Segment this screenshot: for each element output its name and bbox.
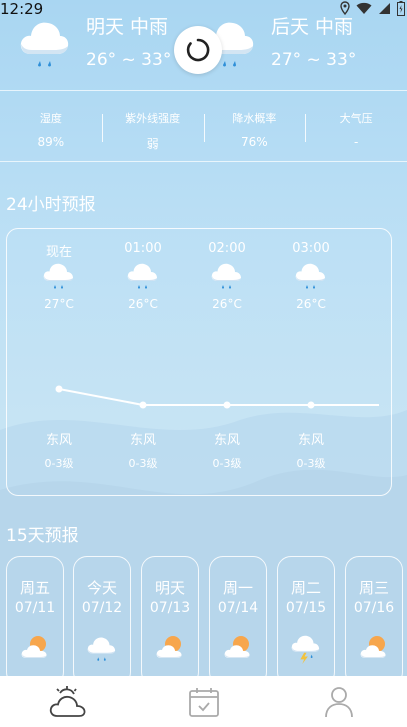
divider [0, 161, 407, 162]
user-icon [325, 686, 354, 717]
hour-time: 01:00 [124, 241, 162, 256]
daily-section-title: 15天预报 [6, 526, 79, 546]
hour-temp: 27°C [44, 297, 74, 311]
daily-weekday: 周一 [222, 579, 253, 597]
hour-time: 03:00 [292, 241, 330, 256]
daily-item[interactable]: 周三 07/16 [345, 556, 403, 686]
daily-date: 07/11 [14, 600, 56, 616]
temperature-point [223, 401, 231, 409]
forecast-temp: 27° ~ 33° [271, 50, 357, 70]
stat-uv: 紫外线强度 弱 [101, 100, 204, 156]
daily-item[interactable]: 明天 07/13 [141, 556, 199, 686]
temperature-point [307, 401, 315, 409]
refresh-button[interactable] [174, 26, 222, 74]
hour-item: 03:00 26°C 东风 0-3级 [269, 229, 353, 495]
tab-weather[interactable] [0, 676, 136, 727]
rain-cloud-icon [43, 263, 73, 289]
daily-weekday: 周二 [290, 579, 321, 597]
cloud-sun-icon [21, 636, 47, 658]
calendar-check-icon [188, 687, 219, 717]
rain-cloud-icon [211, 263, 241, 289]
hour-temp: 26°C [296, 297, 326, 311]
hour-item: 02:00 26°C 东风 0-3级 [185, 229, 269, 495]
daily-weekday: 今天 [86, 579, 117, 597]
hour-temp: 26°C [212, 297, 242, 311]
stat-humidity: 湿度 89% [0, 100, 102, 156]
hour-wind-direction: 东风 [213, 433, 240, 448]
hour-wind-direction: 东风 [45, 433, 72, 448]
daily-item[interactable]: 今天 07/12 [73, 556, 131, 686]
hour-wind-direction: 东风 [297, 433, 324, 448]
stat-label: 湿度 [39, 112, 62, 125]
hour-wind-level: 0-3级 [128, 457, 158, 470]
daily-forecast-list[interactable]: 周五 07/11 今天 07/12 明天 07/13 周一 07/14 周二 0… [6, 556, 407, 686]
rain-cloud-icon [20, 22, 69, 67]
daily-weekday: 周三 [358, 579, 389, 597]
top-forecast: 明天 中雨 26° ~ 33° 后天 中雨 27° ~ 33° [0, 6, 407, 86]
daily-weekday: 周五 [19, 579, 50, 597]
thunder-cloud-icon [291, 635, 320, 664]
tab-calendar[interactable] [136, 676, 272, 727]
hour-item: 01:00 26°C 东风 0-3级 [101, 229, 185, 495]
daily-item[interactable]: 周五 07/11 [6, 556, 64, 686]
hour-temp: 26°C [128, 297, 158, 311]
hourly-section-title: 24小时预报 [6, 195, 96, 215]
stat-value: 76% [241, 135, 268, 149]
stat-pressure: 大气压 - [305, 100, 407, 156]
temperature-polyline [58, 388, 379, 406]
cloud-sun-icon [360, 636, 386, 658]
stat-value: - [353, 135, 359, 149]
forecast-day-after[interactable]: 后天 中雨 27° ~ 33° [205, 6, 405, 86]
cloud-sun-icon [156, 636, 182, 658]
hour-wind-level: 0-3级 [212, 457, 242, 470]
refresh-icon [186, 38, 210, 62]
daily-date: 07/13 [149, 600, 191, 616]
temperature-line [55, 385, 379, 409]
stat-label: 大气压 [339, 112, 373, 125]
cloud-sun-outline-icon [49, 685, 86, 717]
hour-wind-level: 0-3级 [296, 457, 326, 470]
temperature-point [55, 385, 63, 393]
stat-value: 弱 [146, 137, 159, 151]
stat-precipitation: 降水概率 76% [203, 100, 306, 156]
cloud-sun-icon [224, 636, 250, 658]
stat-label: 紫外线强度 [125, 112, 181, 125]
divider [0, 90, 407, 91]
daily-date: 07/14 [217, 600, 259, 616]
hour-wind-level: 0-3级 [44, 457, 74, 470]
daily-date: 07/12 [81, 600, 123, 616]
daily-date: 07/16 [353, 600, 395, 616]
rain-cloud-icon [127, 263, 157, 289]
daily-item[interactable]: 周二 07/15 [277, 556, 335, 686]
hour-time: 02:00 [208, 241, 246, 256]
daily-date: 07/15 [285, 600, 327, 616]
forecast-title: 后天 中雨 [271, 16, 354, 38]
weather-stats: 湿度 89% 紫外线强度 弱 降水概率 76% 大气压 - [0, 100, 407, 156]
hour-wind-direction: 东风 [129, 433, 156, 448]
daily-weekday: 明天 [154, 579, 185, 597]
hour-item: 现在 27°C 东风 0-3级 [17, 229, 101, 495]
forecast-title: 明天 中雨 [86, 16, 169, 38]
daily-item[interactable]: 周一 07/14 [209, 556, 267, 686]
tab-profile[interactable] [271, 676, 407, 727]
rain-cloud-icon [87, 637, 116, 661]
hourly-forecast-card[interactable]: 现在 27°C 东风 0-3级 01:00 26°C 东风 0-3级 02:00 [6, 228, 392, 496]
stat-label: 降水概率 [232, 112, 277, 125]
temperature-point [139, 401, 147, 409]
stat-value: 89% [37, 135, 65, 149]
forecast-temp: 26° ~ 33° [86, 50, 172, 70]
hour-time: 现在 [45, 245, 72, 260]
rain-cloud-icon [295, 263, 325, 289]
bottom-nav [0, 676, 407, 727]
